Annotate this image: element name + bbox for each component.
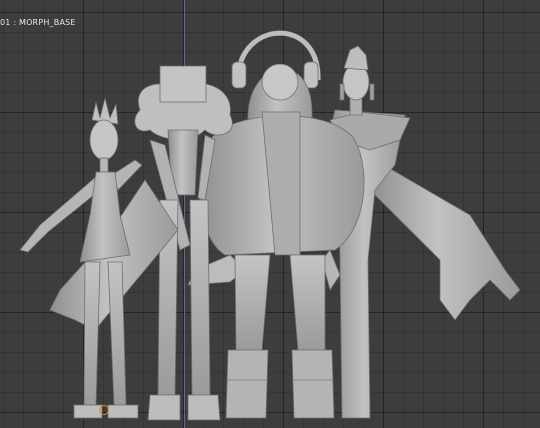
3d-viewport[interactable]: 01 : MORPH_BASE [0,0,540,428]
object-label: 01 : MORPH_BASE [0,18,76,27]
character-tall-slender[interactable] [329,45,521,419]
origin-marker-icon[interactable] [99,405,109,415]
character-models[interactable] [0,0,540,428]
